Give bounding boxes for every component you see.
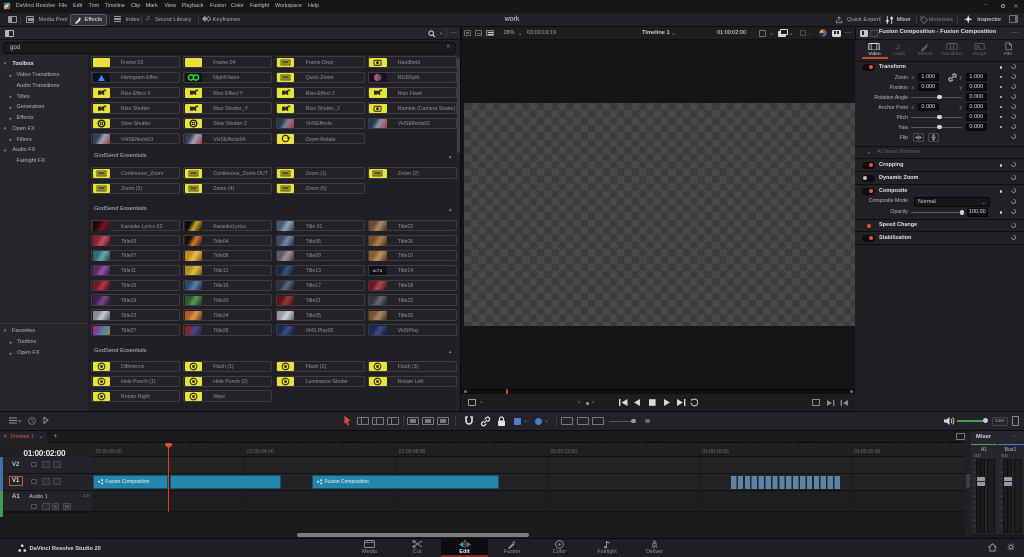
svg-text:ACTN: ACTN: [373, 269, 383, 273]
